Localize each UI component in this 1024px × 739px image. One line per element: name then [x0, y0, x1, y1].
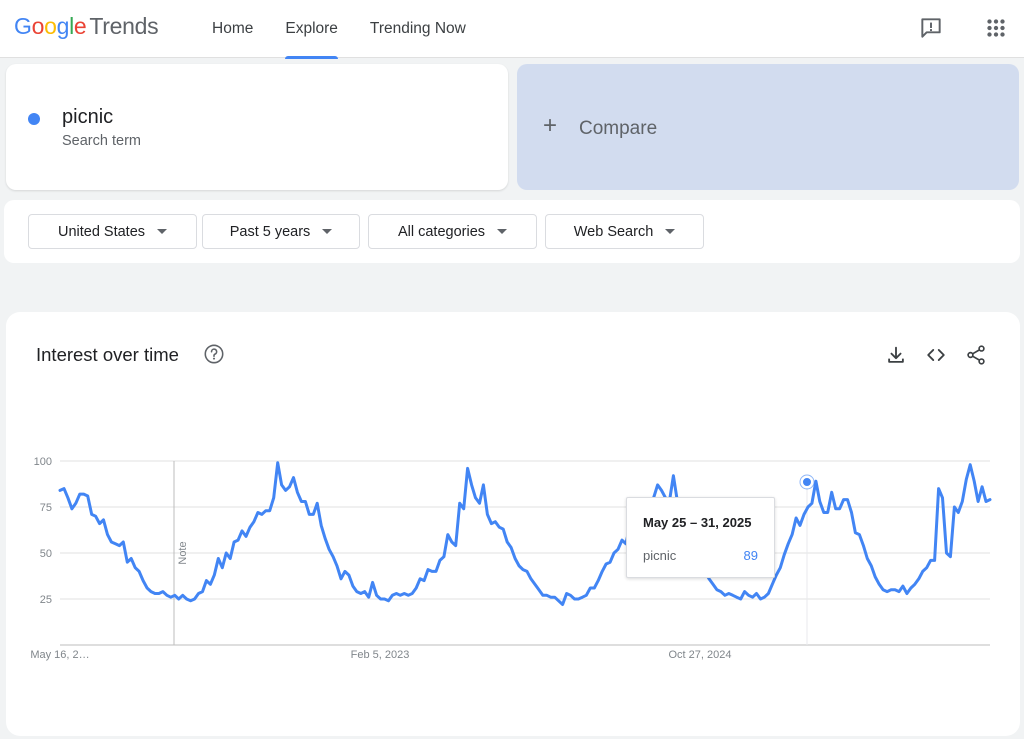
x-tick-label: Oct 27, 2024 [669, 649, 732, 661]
x-tick-label: Feb 5, 2023 [351, 649, 410, 661]
interest-line-chart[interactable]: 25 50 75 100 May 16, 2… Feb 5, 2023 Oct 27, 2… [0, 0, 1024, 739]
series-line-picnic[interactable] [58, 461, 992, 606]
y-tick-label: 100 [34, 456, 52, 468]
hover-point-marker [801, 476, 813, 488]
note-label: Note [177, 541, 189, 564]
y-tick-label: 25 [40, 594, 52, 606]
y-tick-label: 75 [40, 502, 52, 514]
chart-tooltip: May 25 – 31, 2025 picnic 89 [626, 497, 775, 578]
tooltip-value: 89 [743, 548, 758, 563]
tooltip-date: May 25 – 31, 2025 [643, 515, 752, 530]
y-tick-label: 50 [40, 548, 52, 560]
tooltip-term: picnic [643, 548, 677, 563]
x-tick-label: May 16, 2… [30, 649, 89, 661]
